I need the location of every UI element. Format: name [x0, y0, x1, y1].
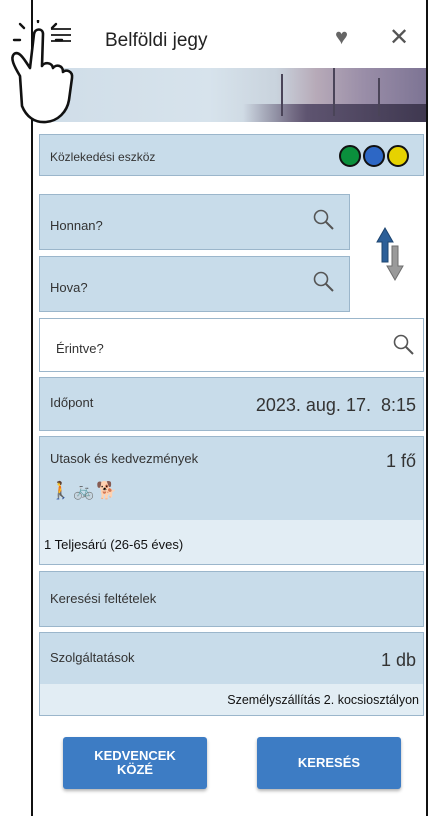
from-placeholder: Honnan?: [50, 218, 103, 233]
time-label: Időpont: [50, 395, 94, 410]
to-field[interactable]: Hova?: [39, 256, 350, 312]
app-screen: Belföldi jegy ♥ ✕ Közlekedési eszköz Hon…: [31, 0, 428, 816]
tap-hand-icon: [11, 20, 74, 124]
swap-direction-icon[interactable]: [373, 226, 409, 282]
passengers-label: Utasok és kedvezmények: [50, 451, 199, 466]
bus-icon[interactable]: [387, 145, 409, 167]
via-placeholder: Érintve?: [56, 341, 104, 356]
person-icon: 🚶: [50, 481, 74, 500]
favorites-label-line2: KÖZÉ: [116, 762, 154, 777]
favorites-label-line1: KEDVENCEK: [94, 748, 176, 763]
banner-pole: [333, 68, 335, 116]
search-icon[interactable]: [313, 271, 335, 293]
bicycle-icon: 🚲: [73, 481, 97, 500]
services-label: Szolgáltatások: [50, 650, 135, 665]
banner-pole: [378, 78, 380, 116]
search-criteria-label: Keresési feltételek: [50, 591, 157, 606]
passengers-detail-area: 1 Teljesárú (26-65 éves): [40, 520, 423, 564]
via-field[interactable]: Érintve?: [39, 318, 424, 372]
to-placeholder: Hova?: [50, 280, 88, 295]
passenger-type-icons: 🚶🚲🐕: [50, 481, 120, 501]
header-banner-image: [33, 68, 426, 122]
search-icon[interactable]: [313, 209, 335, 231]
search-button[interactable]: KERESÉS: [257, 737, 401, 789]
favorite-heart-icon[interactable]: ♥: [335, 26, 348, 48]
passengers-row[interactable]: Utasok és kedvezmények 1 fő 🚶🚲🐕 1 Teljes…: [39, 436, 424, 565]
page-title: Belföldi jegy: [105, 30, 208, 51]
time-row[interactable]: Időpont 2023. aug. 17. 8:15: [39, 377, 424, 431]
banner-pole: [281, 74, 283, 116]
close-icon[interactable]: ✕: [389, 26, 409, 50]
services-row[interactable]: Szolgáltatások 1 db Személyszállítás 2. …: [39, 632, 424, 716]
transport-mode-row[interactable]: Közlekedési eszköz: [39, 134, 424, 176]
transport-mode-label: Közlekedési eszköz: [50, 150, 156, 164]
services-count: 1 db: [380, 650, 416, 670]
passengers-detail: 1 Teljesárú (26-65 éves): [44, 537, 184, 552]
time-value: 2023. aug. 17. 8:15: [255, 395, 416, 415]
top-bar: Belföldi jegy ♥ ✕: [33, 0, 426, 68]
services-detail-area: Személyszállítás 2. kocsiosztályon: [40, 684, 423, 715]
services-detail: Személyszállítás 2. kocsiosztályon: [227, 693, 419, 707]
train-icon[interactable]: [339, 145, 361, 167]
passengers-count: 1 fő: [385, 451, 416, 471]
dog-icon: 🐕: [96, 481, 120, 500]
add-to-favorites-button[interactable]: KEDVENCEK KÖZÉ: [63, 737, 207, 789]
from-field[interactable]: Honnan?: [39, 194, 350, 250]
search-icon[interactable]: [393, 334, 415, 356]
search-criteria-row[interactable]: Keresési feltételek: [39, 571, 424, 627]
metro-icon[interactable]: [363, 145, 385, 167]
